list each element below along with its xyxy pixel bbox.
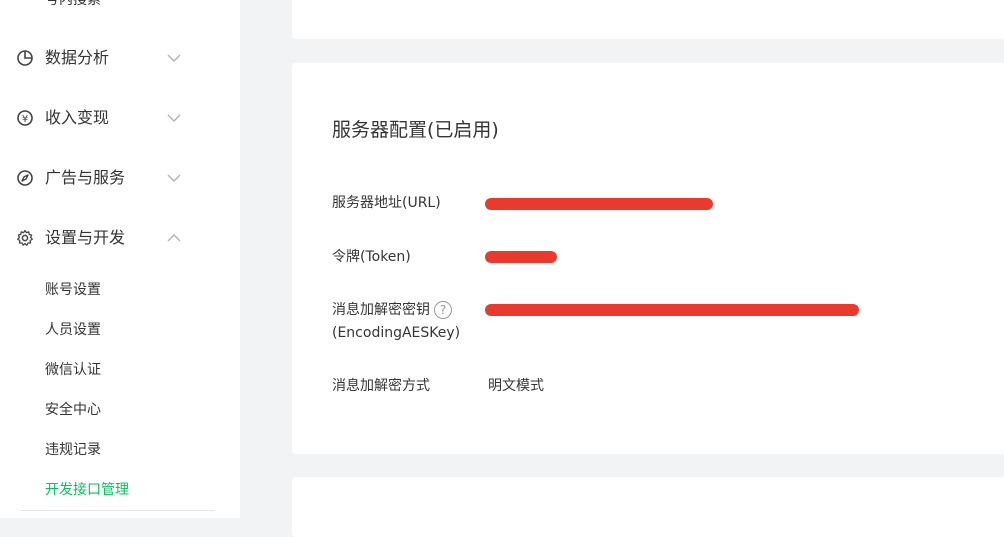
svg-text:¥: ¥: [22, 114, 28, 125]
aes-key-label-line2: (EncodingAESKey): [332, 325, 461, 341]
url-value-redacted: [485, 198, 713, 210]
sidebar-group-label: 数据分析: [45, 48, 110, 67]
compass-icon: [17, 170, 33, 186]
chevron-up-icon: [167, 234, 181, 242]
sidebar-item-security-center[interactable]: 安全中心: [45, 390, 195, 430]
aes-key-label-line1: 消息加解密密钥: [332, 302, 430, 318]
aes-key-label: 消息加解密密钥?: [332, 299, 452, 321]
server-config-card: 服务器配置(已启用) 服务器地址(URL) 令牌(Token) 消息加解密密钥?…: [292, 63, 1004, 454]
help-icon[interactable]: ?: [434, 301, 452, 319]
sidebar-item-search-in-account[interactable]: 号内搜索: [45, 0, 101, 9]
encryption-mode-value: 明文模式: [488, 378, 544, 394]
chevron-down-icon: [167, 54, 181, 62]
sidebar-group-label: 广告与服务: [45, 168, 126, 187]
encryption-mode-label: 消息加解密方式: [332, 378, 430, 394]
sidebar-item-account-settings[interactable]: 账号设置: [45, 270, 195, 310]
sidebar-item-member-settings[interactable]: 人员设置: [45, 310, 195, 350]
sidebar-group-settings-dev[interactable]: 设置与开发: [0, 218, 200, 258]
sidebar-item-wechat-verification[interactable]: 微信认证: [45, 350, 195, 390]
sidebar: 号内搜索 数据分析 ¥ 收入变现 广告与服务 设置与开发 账号设置 人员设置 微…: [0, 0, 240, 518]
sidebar-group-ads-services[interactable]: 广告与服务: [0, 158, 200, 198]
sidebar-group-label: 收入变现: [45, 108, 110, 127]
sidebar-item-violation-records[interactable]: 违规记录: [45, 430, 195, 470]
sidebar-group-data-analysis[interactable]: 数据分析: [0, 38, 200, 78]
previous-card: [292, 0, 1004, 39]
sidebar-divider: [20, 510, 215, 511]
aes-key-value-redacted: [485, 304, 859, 316]
chevron-down-icon: [167, 114, 181, 122]
token-value-redacted: [485, 251, 557, 263]
next-card: [292, 477, 1004, 537]
gear-icon: [17, 229, 33, 246]
yen-icon: ¥: [17, 110, 33, 126]
sidebar-item-dev-api-management[interactable]: 开发接口管理: [45, 470, 195, 510]
sidebar-group-label: 设置与开发: [45, 228, 126, 247]
token-label: 令牌(Token): [332, 249, 411, 265]
pie-chart-icon: [17, 50, 33, 66]
section-title: 服务器配置(已启用): [332, 119, 499, 141]
chevron-down-icon: [167, 174, 181, 182]
sidebar-group-revenue[interactable]: ¥ 收入变现: [0, 98, 200, 138]
url-label: 服务器地址(URL): [332, 195, 441, 211]
